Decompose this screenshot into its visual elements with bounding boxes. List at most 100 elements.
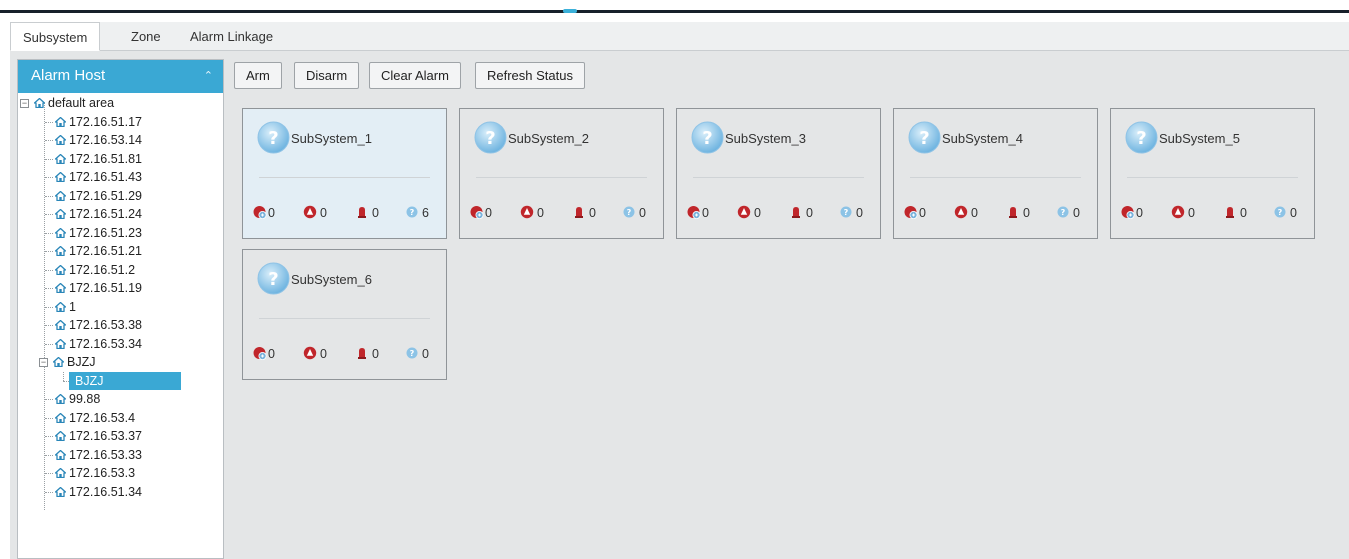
siren-count: 0: [356, 347, 379, 361]
subsystem-name: SubSystem_1: [291, 131, 372, 146]
unknown-count: ? 0: [840, 206, 863, 220]
subsystem-card[interactable]: ? SubSystem_3 0 0 0? 0: [676, 108, 881, 239]
tree-item-host[interactable]: 172.16.53.33: [55, 446, 142, 464]
tree-group[interactable]: BJZJ: [53, 353, 95, 371]
svg-text:?: ?: [410, 349, 415, 358]
arm-button[interactable]: Arm: [234, 62, 282, 89]
tree-toggle-icon[interactable]: −: [20, 99, 29, 108]
main-panel: Alarm Host ⌃ − default area 172.16.51.17 17…: [10, 51, 1349, 559]
home-icon: [55, 338, 66, 349]
tab-alarm-linkage[interactable]: Alarm Linkage: [190, 22, 273, 51]
tab-zone[interactable]: Zone: [131, 22, 161, 51]
alarm-host-panel: Alarm Host ⌃ − default area 172.16.51.17 17…: [17, 59, 224, 559]
alarm-value: 0: [537, 206, 544, 220]
card-divider: [693, 177, 864, 178]
tree-item-host[interactable]: 172.16.51.24: [55, 205, 142, 223]
tree-item-host[interactable]: 172.16.53.4: [55, 409, 135, 427]
tree-item-label: 172.16.53.4: [69, 410, 136, 425]
tree-item-label: 172.16.51.23: [69, 225, 142, 240]
siren-value: 0: [372, 206, 379, 220]
tree-item-label: BJZJ: [67, 355, 96, 369]
tree-item-host[interactable]: 172.16.53.14: [55, 131, 142, 149]
tree-item-label: BJZJ: [75, 373, 104, 388]
home-icon: [55, 412, 66, 423]
tree-root-area[interactable]: default area: [34, 94, 114, 112]
tree-item-label: default area: [48, 96, 115, 110]
tree-item-host[interactable]: 172.16.51.34: [55, 483, 142, 501]
tree-item-host[interactable]: 172.16.53.37: [55, 427, 142, 445]
home-icon: [55, 227, 66, 238]
subsystem-card[interactable]: ? SubSystem_6 0 0 0? 0: [242, 249, 447, 380]
tree-item-host[interactable]: 172.16.51.81: [55, 150, 142, 168]
tree-branch-line: [45, 399, 53, 400]
refresh-status-button[interactable]: Refresh Status: [475, 62, 585, 89]
tree-item-host[interactable]: 172.16.53.38: [55, 316, 142, 334]
bypass-count: 0: [904, 205, 926, 222]
collapse-icon[interactable]: ⌃: [204, 60, 213, 92]
svg-text:?: ?: [485, 128, 495, 149]
subsystem-name: SubSystem_3: [725, 131, 806, 146]
tree-item-host[interactable]: 172.16.51.2: [55, 261, 135, 279]
question-circle-icon: ?: [257, 262, 290, 295]
tree-item-host[interactable]: 1: [55, 298, 76, 316]
tree-item-host[interactable]: 172.16.51.21: [55, 242, 142, 260]
question-circle-icon: ?: [691, 121, 724, 154]
tree-item-host[interactable]: 172.16.51.19: [55, 279, 142, 297]
svg-text:?: ?: [702, 128, 712, 149]
tree-item-host[interactable]: 172.16.53.34: [55, 335, 142, 353]
siren-icon: [1224, 205, 1237, 222]
subsystem-name: SubSystem_5: [1159, 131, 1240, 146]
card-divider: [476, 177, 647, 178]
tree-branch-line: [45, 288, 53, 289]
alarm-icon: [303, 205, 318, 222]
home-icon: [55, 486, 66, 497]
alarm-icon: [520, 205, 535, 222]
tree-toggle-icon[interactable]: −: [39, 358, 48, 367]
bypass-count: 0: [687, 205, 709, 220]
tree-branch-line: [45, 232, 53, 234]
tree-item-host[interactable]: 99.88: [55, 390, 100, 408]
card-divider: [1127, 177, 1298, 178]
tree-item-selected[interactable]: BJZJ: [69, 371, 181, 390]
card-divider: [910, 177, 1081, 178]
tree-item-host[interactable]: 172.16.51.17: [55, 113, 142, 131]
subsystem-card[interactable]: ? SubSystem_2 0 0 0? 0: [459, 108, 664, 239]
bypass-icon: [253, 205, 268, 222]
tree-item-label: 1: [69, 299, 76, 314]
unknown-value: 0: [1290, 206, 1297, 220]
bypass-value: 0: [485, 206, 492, 220]
alarm-host-header[interactable]: Alarm Host ⌃: [18, 60, 223, 93]
unknown-icon: ?: [1057, 206, 1070, 221]
tree-item-host[interactable]: 172.16.51.29: [55, 187, 142, 205]
tree-item-host[interactable]: 172.16.53.3: [55, 464, 135, 482]
tree-item-label: 172.16.51.19: [69, 281, 142, 295]
alarm-host-title: Alarm Host: [31, 67, 106, 84]
subsystem-card[interactable]: ? SubSystem_5 0 0 0? 0: [1110, 108, 1315, 239]
unknown-icon: ?: [623, 206, 636, 221]
home-icon: [55, 320, 66, 330]
tree-item-host[interactable]: 172.16.51.23: [55, 224, 142, 242]
disarm-button[interactable]: Disarm: [294, 62, 360, 89]
siren-count: 0: [790, 206, 813, 220]
tree-branch-line: [45, 473, 53, 474]
siren-icon: [1007, 205, 1020, 222]
tree-item-label: 172.16.53.38: [69, 318, 142, 332]
tree-item-label: 172.16.51.29: [69, 188, 142, 203]
tree-branch-line: [45, 325, 53, 326]
card-divider: [259, 177, 430, 178]
subsystem-card[interactable]: ? SubSystem_4 0 0 0? 0: [893, 108, 1098, 239]
clear-alarm-button[interactable]: Clear Alarm: [369, 62, 461, 89]
home-icon: [55, 153, 66, 164]
home-icon: [55, 135, 66, 145]
tree-branch-line: [45, 436, 53, 437]
bypass-icon: [904, 205, 919, 222]
svg-text:?: ?: [844, 208, 849, 217]
tab-subsystem[interactable]: Subsystem: [10, 22, 101, 51]
subsystem-card[interactable]: ? SubSystem_1 0 0 0? 6: [242, 108, 447, 239]
top-border: [0, 10, 1349, 13]
tree-item-host[interactable]: 172.16.51.43: [55, 168, 142, 186]
bypass-value: 0: [268, 206, 275, 220]
tree-branch-line: [45, 417, 53, 419]
svg-text:?: ?: [919, 128, 929, 149]
bypass-icon: [253, 346, 268, 363]
